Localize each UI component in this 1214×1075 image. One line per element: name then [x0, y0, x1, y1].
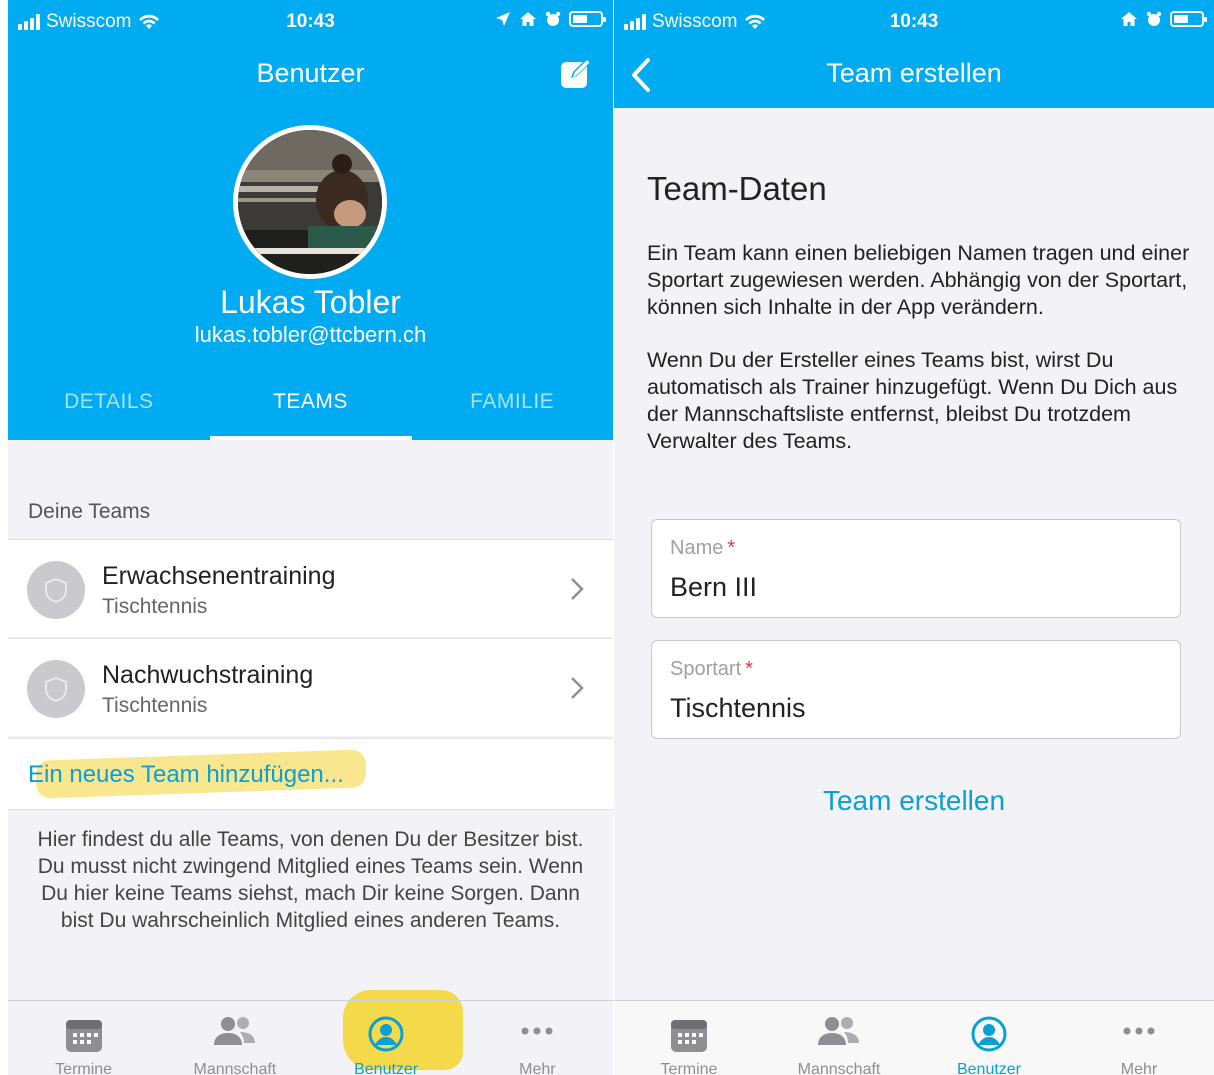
team-logo: [27, 561, 85, 619]
chevron-right-icon: [571, 578, 584, 600]
status-bar: Swisscom 10:43: [8, 0, 613, 42]
people-icon: [213, 1017, 255, 1045]
tab-bar: Termine Mannschaft Benutzer Mehr: [8, 1000, 613, 1075]
calendar-icon: [671, 1020, 707, 1052]
user-name: Lukas Tobler: [220, 284, 401, 320]
tabbar-label: Benutzer: [956, 1061, 1022, 1075]
section-header: Deine Teams: [28, 500, 151, 523]
tabbar-item-mannschaft[interactable]: Mannschaft: [159, 1001, 310, 1075]
home-icon: [1121, 12, 1137, 26]
teams-info-text: Hier findest du alle Teams, von denen Du…: [37, 828, 584, 932]
shield-icon: [45, 577, 67, 604]
more-dots-icon: [1123, 1027, 1155, 1035]
home-icon: [520, 12, 536, 26]
tab-details[interactable]: DETAILS: [8, 390, 210, 414]
team-name: Nachwuchstraining: [102, 661, 314, 689]
battery-icon: [569, 11, 606, 27]
tabbar-item-benutzer[interactable]: Benutzer: [311, 1001, 462, 1075]
sportart-select[interactable]: Tischtennis: [670, 693, 806, 724]
description-paragraph: Wenn Du der Ersteller eines Teams bist, …: [647, 348, 1178, 453]
tabbar-label: Termine: [660, 1061, 718, 1075]
tab-bar: Termine Mannschaft Benutzer Mehr: [614, 1000, 1214, 1075]
tabbar-label: Mannschaft: [193, 1061, 277, 1075]
user-circle-icon: [971, 1016, 1007, 1052]
user-email: lukas.tobler@ttcbern.ch: [194, 322, 427, 347]
tabbar-label: Mehr: [519, 1061, 556, 1075]
create-team-screen: Swisscom 10:43 Team erstellen Team-Daten…: [614, 0, 1214, 1075]
tabbar-label: Termine: [55, 1061, 113, 1075]
edit-icon[interactable]: [559, 56, 593, 90]
battery-icon: [1170, 11, 1207, 27]
alarm-icon: [1146, 11, 1162, 26]
tabbar-item-benutzer[interactable]: Benutzer: [914, 1001, 1064, 1075]
user-circle-icon: [368, 1016, 404, 1052]
team-sport: Tischtennis: [102, 694, 208, 717]
tabbar-label: Mehr: [1120, 1061, 1158, 1075]
name-input[interactable]: Bern III: [670, 572, 757, 603]
tab-familie[interactable]: FAMILIE: [411, 390, 613, 414]
status-bar: Swisscom 10:43: [614, 0, 1214, 42]
name-field[interactable]: Name * Bern III: [651, 519, 1181, 618]
page-title: Team erstellen: [826, 58, 1002, 88]
add-team-row[interactable]: Ein neues Team hinzufügen...: [8, 738, 613, 810]
profile-photo: [238, 130, 382, 274]
tabbar-item-mehr[interactable]: Mehr: [1064, 1001, 1214, 1075]
team-name: Erwachsenentraining: [102, 562, 336, 590]
team-row[interactable]: Erwachsenentraining Tischtennis: [8, 539, 613, 637]
field-label: Name *: [670, 537, 736, 559]
profile-screen: Swisscom 10:43 Benutzer Lukas Tobler luk…: [8, 0, 613, 1075]
team-sport: Tischtennis: [102, 595, 208, 618]
form-title: Team-Daten: [647, 170, 827, 207]
calendar-icon: [65, 1020, 102, 1052]
description-paragraph: Ein Team kann einen beliebigen Namen tra…: [647, 241, 1190, 319]
active-tab-indicator: [210, 436, 412, 440]
avatar: [233, 125, 387, 279]
page-title: Benutzer: [256, 58, 365, 88]
tab-teams[interactable]: TEAMS: [210, 390, 412, 414]
tabbar-label: Benutzer: [354, 1061, 419, 1075]
people-icon: [818, 1017, 859, 1045]
add-team-link[interactable]: Ein neues Team hinzufügen...: [28, 761, 344, 789]
field-label: Sportart *: [670, 658, 753, 680]
shield-icon: [45, 676, 67, 703]
more-dots-icon: [521, 1027, 553, 1035]
chevron-right-icon: [571, 677, 584, 699]
tabbar-item-mannschaft[interactable]: Mannschaft: [764, 1001, 914, 1075]
tabbar-item-termine[interactable]: Termine: [8, 1001, 159, 1075]
tabbar-item-mehr[interactable]: Mehr: [462, 1001, 613, 1075]
required-mark: *: [745, 658, 753, 680]
tabbar-item-termine[interactable]: Termine: [614, 1001, 764, 1075]
location-icon: [496, 12, 510, 26]
status-icons: [495, 11, 606, 27]
status-icons: [1120, 11, 1207, 27]
profile-tabs: DETAILS TEAMS FAMILIE: [8, 390, 613, 414]
team-row[interactable]: Nachwuchstraining Tischtennis: [8, 638, 613, 736]
alarm-icon: [545, 11, 561, 26]
tabbar-label: Mannschaft: [797, 1061, 881, 1075]
required-mark: *: [727, 537, 736, 559]
sportart-field[interactable]: Sportart * Tischtennis: [651, 640, 1181, 739]
form-description: Ein Team kann einen beliebigen Namen tra…: [647, 240, 1192, 455]
team-logo: [27, 660, 85, 718]
create-team-button[interactable]: Team erstellen: [614, 785, 1214, 817]
